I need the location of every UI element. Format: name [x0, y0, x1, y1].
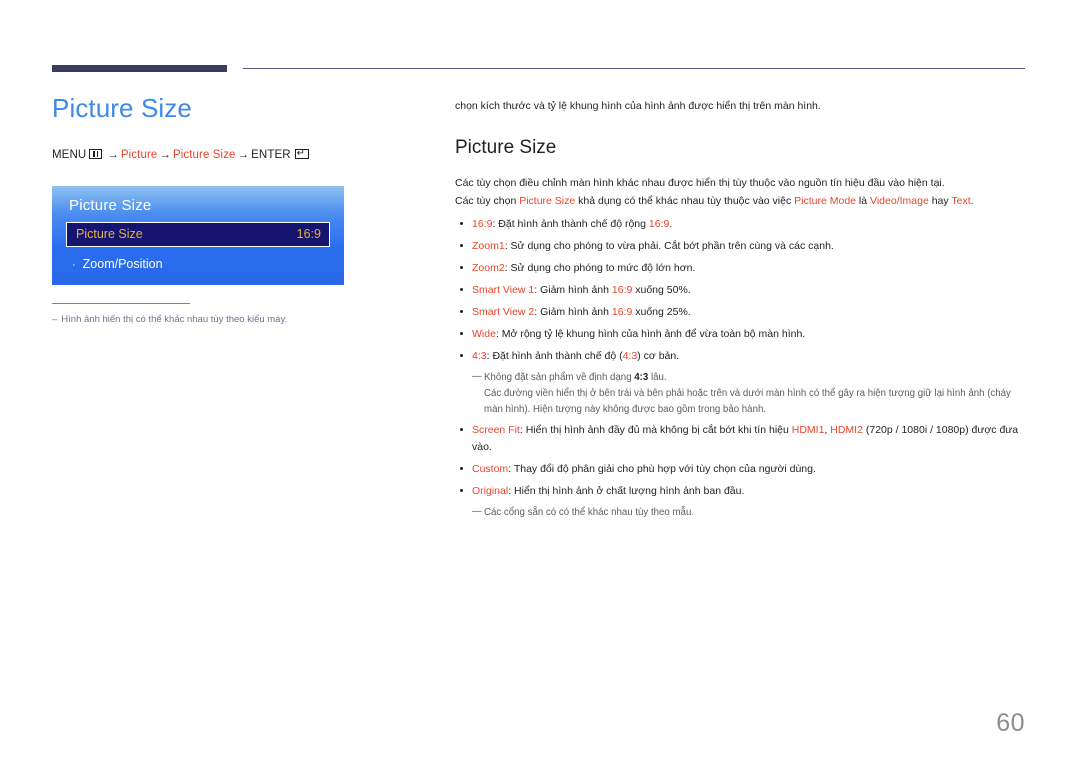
p2-part1: Các tùy chọn: [455, 195, 520, 208]
option-term: 4:3: [472, 350, 487, 363]
list-item: Smart View 2: Giảm hình ảnh 16:9 xuống 2…: [455, 304, 1027, 321]
sub-note-dash-icon: —: [472, 371, 482, 383]
list-item: Zoom1: Sử dụng cho phóng to vừa phải. Cắ…: [455, 238, 1027, 255]
left-note-divider: [52, 303, 190, 304]
option-text-before: : Giảm hình ảnh: [534, 284, 612, 297]
p2-term-picture-size: Picture Size: [519, 195, 576, 208]
osd-row-value: 16:9: [296, 227, 321, 242]
breadcrumb-menu-label: MENU: [52, 148, 87, 161]
option-term-inline: HDMI1: [791, 424, 825, 437]
list-item: Original: Hiển thị hình ảnh ở chất lượng…: [455, 483, 1027, 500]
osd-subrow-bullet-icon: ·: [72, 259, 76, 271]
menu-path-breadcrumb: MENU → Picture → Picture Size → ENTER ↵: [52, 148, 422, 161]
sub-note-line2: Các đường viền hiển thị ở bên trái và bê…: [484, 387, 1011, 415]
option-text-before: : Đặt hình ảnh thành chế độ rộng: [492, 218, 649, 231]
page-title: Picture Size: [52, 93, 192, 123]
sub-note-caution: — Không đặt sản phẩm về định dạng 4:3 lâu…: [455, 370, 1027, 417]
sub-note-body: — Không đặt sản phẩm về định dạng 4:3 lâu…: [472, 370, 1027, 417]
sub-note-line1-part2: lâu.: [648, 372, 667, 384]
osd-panel-title: Picture Size: [69, 197, 152, 214]
breadcrumb-arrow-1: →: [107, 148, 119, 161]
p2-term-video-image: Video/Image: [870, 195, 929, 208]
list-item: Zoom2: Sử dụng cho phóng to mức độ lớn h…: [455, 260, 1027, 277]
osd-menu-panel: Picture Size Picture Size 16:9 · Zoom/Pos…: [52, 186, 344, 285]
sub-note-ports: — Các cổng sẵn có có thể khác nhau tùy th…: [455, 505, 1027, 521]
breadcrumb-arrow-2: →: [159, 148, 171, 161]
osd-row-picture-size[interactable]: Picture Size 16:9: [66, 222, 330, 247]
option-term: Wide: [472, 328, 496, 341]
option-term: Smart View 2: [472, 306, 535, 319]
header-accent-bar: [52, 65, 227, 72]
option-term: Original: [472, 485, 509, 498]
osd-row-zoom-position[interactable]: · Zoom/Position: [66, 258, 330, 271]
intro-paragraph: chọn kích thước và tỷ lệ khung hình của …: [455, 100, 821, 112]
section-title: Picture Size: [455, 137, 557, 159]
option-text-before: : Đặt hình ảnh thành chế độ (: [486, 350, 623, 363]
body-paragraph-1: Các tùy chọn điều chỉnh màn hình khác nh…: [455, 177, 945, 190]
sub-note-line1-part1: Không đặt sản phẩm về định dạng: [484, 372, 635, 384]
osd-row-label: Picture Size: [76, 227, 143, 242]
sub-note-text: Các cổng sẵn có có thể khác nhau tùy the…: [484, 507, 695, 519]
left-footnote-dash: –: [52, 314, 58, 325]
option-term-inline: 16:9: [648, 218, 670, 231]
option-term: Smart View 1: [472, 284, 535, 297]
breadcrumb-arrow-3: →: [237, 148, 250, 161]
p2-part5: .: [970, 195, 974, 208]
enter-return-glyph: ↵: [296, 148, 306, 159]
option-term: Zoom1: [472, 240, 505, 253]
option-text-before: : Sử dụng cho phóng to vừa phải. Cắt bớt…: [504, 240, 834, 253]
p2-term-text: Text: [951, 195, 971, 208]
left-footnote: – Hình ảnh hiển thị có thể khác nhau tùy …: [52, 313, 392, 327]
option-text-before: : Sử dụng cho phóng to mức độ lớn hơn.: [504, 262, 696, 275]
osd-subrow-label: Zoom/Position: [82, 257, 163, 271]
option-text-before: : Hiển thị hình ảnh đầy đủ mà không bị c…: [519, 424, 792, 437]
list-item: 16:9: Đặt hình ảnh thành chế độ rộng 16:…: [455, 216, 1027, 233]
sub-note-line1-term: 4:3: [634, 372, 649, 384]
option-text-after: ) cơ bản.: [637, 350, 680, 363]
option-term: 16:9: [472, 218, 493, 231]
list-item: 4:3: Đặt hình ảnh thành chế độ (4:3) cơ …: [455, 348, 1027, 365]
sub-note-dash-icon: —: [472, 506, 482, 518]
sub-note-body: — Các cổng sẵn có có thể khác nhau tùy th…: [472, 505, 1027, 521]
p2-part4: hay: [928, 195, 952, 208]
option-list-primary: 16:9: Đặt hình ảnh thành chế độ rộng 16:…: [455, 216, 1027, 521]
option-text-before: : Giảm hình ảnh: [534, 306, 612, 319]
option-text-before: : Thay đổi độ phân giải cho phù hợp với …: [508, 463, 816, 476]
left-column: Picture Size MENU → Picture → Picture Size → E…: [52, 92, 422, 161]
option-term-inline: 4:3: [622, 350, 638, 363]
option-text-after: xuống 50%.: [632, 284, 691, 297]
left-footnote-text: Hình ảnh hiển thị có thể khác nhau tùy t…: [61, 314, 288, 325]
p2-part2: khả dụng có thể khác nhau tùy thuộc vào …: [575, 195, 795, 208]
option-term: Zoom2: [472, 262, 505, 275]
menu-grid-icon: [89, 148, 103, 159]
p2-term-picture-mode: Picture Mode: [794, 195, 857, 208]
option-term: Screen Fit: [472, 424, 520, 437]
list-item: Wide: Mở rộng tỷ lệ khung hình của hình …: [455, 326, 1027, 343]
option-text-after: xuống 25%.: [632, 306, 691, 319]
enter-return-icon: ↵: [294, 148, 309, 159]
list-item: Custom: Thay đổi độ phân giải cho phù hợ…: [455, 461, 1027, 478]
option-text-after: .: [669, 218, 673, 231]
breadcrumb-item-picture-size: Picture Size: [172, 148, 236, 161]
breadcrumb-item-picture: Picture: [120, 148, 158, 161]
list-item: Smart View 1: Giảm hình ảnh 16:9 xuống 5…: [455, 282, 1027, 299]
body-paragraph-2: Các tùy chọn Picture Size khả dụng có th…: [455, 192, 1027, 210]
option-text-before: : Hiển thị hình ảnh ở chất lượng hình ản…: [508, 485, 745, 498]
right-column: chọn kích thước và tỷ lệ khung hình của …: [455, 98, 1027, 526]
breadcrumb-enter-label: ENTER: [251, 148, 291, 161]
p2-part3: là: [856, 195, 871, 208]
option-term-inline: 16:9: [611, 284, 633, 297]
header-divider-line: [243, 68, 1025, 69]
option-term-inline: 16:9: [611, 306, 633, 319]
page-number: 60: [996, 709, 1025, 737]
option-term-inline-2: HDMI2: [830, 424, 863, 437]
option-term: Custom: [472, 463, 509, 476]
list-item: Screen Fit: Hiển thị hình ảnh đầy đủ mà …: [455, 422, 1027, 456]
option-text-before: : Mở rộng tỷ lệ khung hình của hình ảnh …: [495, 328, 806, 341]
